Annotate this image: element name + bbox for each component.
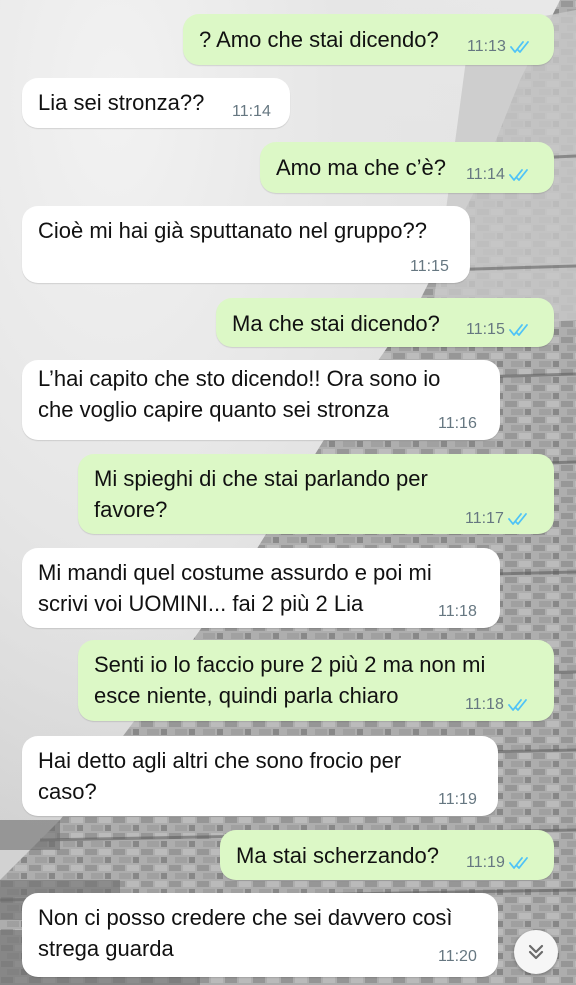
message-timestamp: 11:18 — [465, 696, 504, 713]
message-timestamp: 11:19 — [438, 791, 477, 808]
message-text: Ma che stai dicendo? — [232, 308, 440, 339]
message-timestamp: 11:15 — [466, 321, 505, 338]
message-text-line: che voglio capire quanto sei stronza — [38, 397, 389, 422]
message-text-line: esce niente, quindi parla chiaro — [94, 683, 399, 708]
message-meta: 11:14 — [466, 166, 533, 184]
incoming-message-bubble[interactable]: Lia sei stronza?? 11:14 — [22, 78, 290, 128]
message-text: L’hai capito che sto dicendo!! Ora sono … — [38, 363, 440, 425]
message-text-line: ? Amo che stai dicendo? — [199, 27, 439, 52]
message-meta: 11:20 — [438, 948, 477, 966]
outgoing-message-bubble[interactable]: Ma che stai dicendo? 11:15 — [216, 298, 554, 347]
outgoing-message-bubble[interactable]: Ma stai scherzando? 11:19 — [220, 830, 554, 880]
read-receipt-double-check-icon — [508, 324, 528, 336]
incoming-message-bubble[interactable]: Cioè mi hai già sputtanato nel gruppo?? 1… — [22, 206, 470, 283]
message-timestamp: 11:18 — [438, 603, 477, 620]
message-text-line: caso? — [38, 779, 97, 804]
message-meta: 11:13 — [467, 38, 534, 56]
incoming-message-bubble[interactable]: Mi mandi quel costume assurdo e poi mi sc… — [22, 548, 500, 628]
message-meta: 11:19 — [466, 854, 533, 872]
message-meta: 11:19 — [438, 791, 477, 809]
message-timestamp: 11:14 — [466, 166, 505, 183]
message-meta: 11:14 — [232, 103, 271, 121]
message-text-line: Hai detto agli altri che sono frocio per — [38, 748, 402, 773]
message-timestamp: 11:20 — [438, 948, 477, 965]
message-meta: 11:15 — [466, 321, 533, 339]
message-text: ? Amo che stai dicendo? — [199, 24, 439, 55]
message-meta: 11:16 — [438, 415, 477, 433]
message-text-line: Non ci posso credere che sei davvero cos… — [38, 905, 453, 930]
message-text: Hai detto agli altri che sono frocio per… — [38, 745, 401, 807]
message-text-line: L’hai capito che sto dicendo!! Ora sono … — [38, 366, 441, 391]
read-receipt-double-check-icon — [507, 513, 527, 525]
scroll-to-bottom-button[interactable] — [514, 930, 558, 974]
message-text-line: Ma che stai dicendo? — [232, 311, 440, 336]
message-timestamp: 11:13 — [467, 38, 506, 55]
message-text-line: Lia sei stronza?? — [38, 90, 205, 115]
message-text-line: scrivi voi UOMINI... fai 2 più 2 Lia — [38, 591, 364, 616]
message-meta: 11:15 — [410, 258, 449, 276]
message-text-line: favore? — [94, 497, 168, 522]
read-receipt-double-check-icon — [509, 41, 529, 53]
incoming-message-bubble[interactable]: L’hai capito che sto dicendo!! Ora sono … — [22, 360, 500, 440]
message-text: Mi spieghi di che stai parlando per favor… — [94, 463, 428, 525]
message-text: Ma stai scherzando? — [236, 840, 439, 871]
double-chevron-down-icon — [528, 944, 544, 960]
message-timestamp: 11:19 — [466, 854, 505, 871]
message-timestamp: 11:17 — [465, 510, 504, 527]
message-timestamp: 11:14 — [232, 103, 271, 120]
message-text: Amo ma che c’è? — [276, 152, 446, 183]
message-timestamp: 11:16 — [438, 415, 477, 432]
message-text-line: Ma stai scherzando? — [236, 843, 439, 868]
read-receipt-double-check-icon — [507, 699, 527, 711]
message-text: Cioè mi hai già sputtanato nel gruppo?? — [38, 215, 427, 246]
message-text: Senti io lo faccio pure 2 più 2 ma non m… — [94, 649, 485, 711]
outgoing-message-bubble[interactable]: Senti io lo faccio pure 2 più 2 ma non m… — [78, 640, 554, 721]
message-text-line: Senti io lo faccio pure 2 più 2 ma non m… — [94, 652, 486, 677]
message-meta: 11:18 — [438, 603, 477, 621]
message-text: Lia sei stronza?? — [38, 87, 204, 118]
chat-message-list[interactable]: ? Amo che stai dicendo? 11:13 Lia sei str… — [0, 0, 576, 985]
message-text: Mi mandi quel costume assurdo e poi mi sc… — [38, 557, 432, 619]
incoming-message-bubble[interactable]: Non ci posso credere che sei davvero cos… — [22, 893, 498, 977]
message-meta: 11:17 — [465, 510, 532, 528]
message-timestamp: 11:15 — [410, 258, 449, 275]
message-text: Non ci posso credere che sei davvero cos… — [38, 902, 453, 964]
message-text-line: Amo ma che c’è? — [276, 155, 446, 180]
read-receipt-double-check-icon — [508, 857, 528, 869]
outgoing-message-bubble[interactable]: ? Amo che stai dicendo? 11:13 — [183, 14, 554, 65]
message-text-line: Mi mandi quel costume assurdo e poi mi — [38, 560, 432, 585]
incoming-message-bubble[interactable]: Hai detto agli altri che sono frocio per… — [22, 736, 498, 816]
message-meta: 11:18 — [465, 696, 532, 714]
outgoing-message-bubble[interactable]: Mi spieghi di che stai parlando per favor… — [78, 454, 554, 534]
message-text-line: Mi spieghi di che stai parlando per — [94, 466, 428, 491]
message-text-line: Cioè mi hai già sputtanato nel gruppo?? — [38, 218, 427, 243]
outgoing-message-bubble[interactable]: Amo ma che c’è? 11:14 — [260, 142, 554, 193]
read-receipt-double-check-icon — [508, 169, 528, 181]
message-text-line: strega guarda — [38, 936, 174, 961]
